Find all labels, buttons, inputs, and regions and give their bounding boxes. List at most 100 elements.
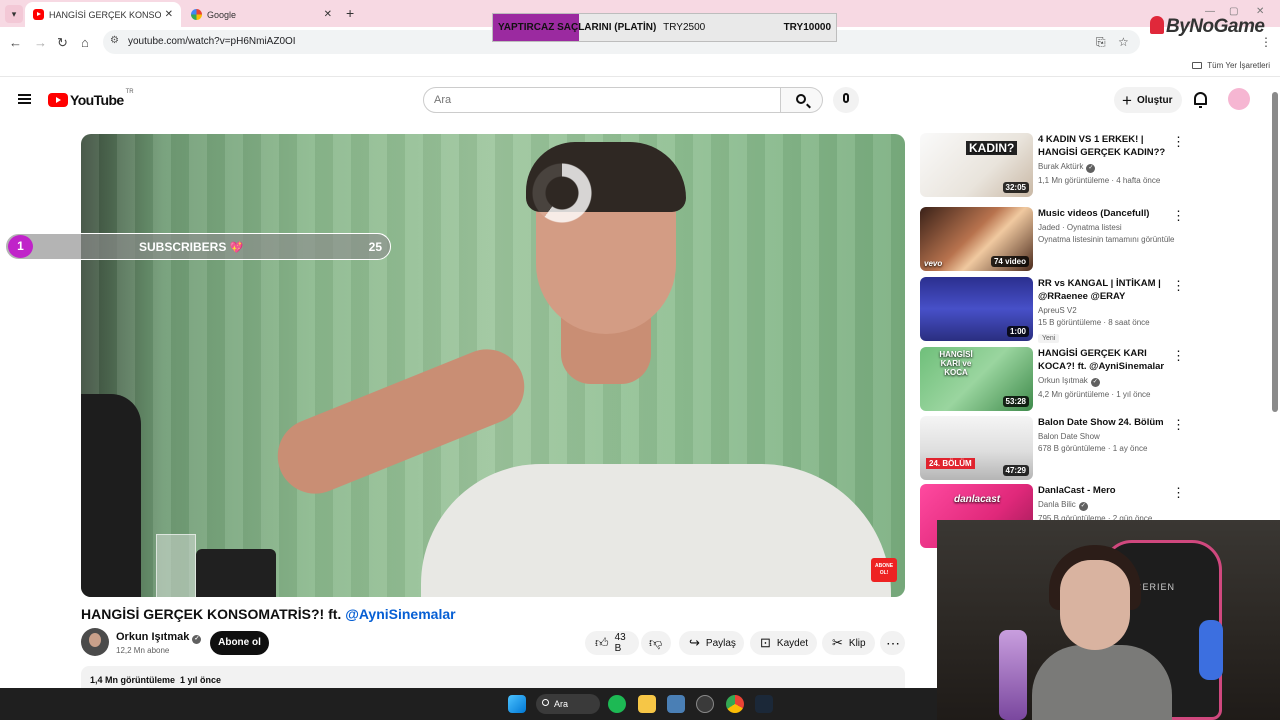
notifications-bell-icon[interactable]: [1194, 92, 1207, 108]
more-options-icon[interactable]: ⋮: [1172, 209, 1185, 222]
youtube-play-icon: [48, 93, 68, 107]
recommendation-info: Music videos (Dancefull) Jaded · Oynatma…: [1038, 207, 1175, 244]
rgb-microphone: [999, 630, 1027, 720]
video-player[interactable]: ABONE OL!: [81, 134, 905, 597]
obs-icon[interactable]: [696, 695, 714, 713]
close-tab-icon[interactable]: ✕: [165, 9, 173, 20]
recommendation-title[interactable]: Music videos (Dancefull): [1038, 207, 1173, 220]
subscriber-goal-label: SUBSCRIBERS: [139, 240, 227, 254]
new-tab-plus-icon[interactable]: +: [346, 5, 354, 21]
more-options-icon[interactable]: ⋮: [1172, 279, 1185, 292]
account-avatar[interactable]: [1228, 88, 1250, 110]
steam-icon[interactable]: [755, 695, 773, 713]
youtube-logo[interactable]: YouTube TR: [48, 89, 134, 108]
page-scrollbar[interactable]: [1270, 78, 1280, 520]
recommendation-title[interactable]: HANGİSİ GERÇEK KARI KOCA?! ft. @AyniSine…: [1038, 347, 1173, 373]
recommendation-channel: Danla Bilic ✓: [1038, 500, 1173, 511]
voice-search-button[interactable]: [833, 87, 859, 113]
channel-avatar[interactable]: [81, 628, 109, 656]
dislike-button[interactable]: 👎︎: [641, 631, 671, 655]
recommendation-item[interactable]: KADIN? 32:05 4 KADIN VS 1 ERKEK! | HANGİ…: [920, 133, 1185, 199]
search-icon: [542, 699, 549, 706]
recommendation-channel: Orkun Işıtmak ✓: [1038, 376, 1173, 387]
save-button[interactable]: ⊡ Kaydet: [750, 631, 817, 655]
tab-youtube[interactable]: HANGİSİ GERÇEK KONSOMATR ✕: [25, 2, 181, 27]
more-options-icon[interactable]: ⋮: [1172, 135, 1185, 148]
tab-title: HANGİSİ GERÇEK KONSOMATR: [49, 9, 161, 20]
recommendation-title[interactable]: Balon Date Show 24. Bölüm: [1038, 416, 1173, 429]
scrollbar-thumb[interactable]: [1272, 92, 1278, 412]
share-button[interactable]: ↪ Paylaş: [679, 631, 744, 655]
channel-name-text: Orkun Işıtmak: [116, 631, 190, 643]
thumbnail-text: KADIN?: [966, 141, 1018, 155]
more-options-icon[interactable]: ⋮: [1172, 418, 1185, 431]
recommendation-thumbnail[interactable]: 1:00: [920, 277, 1033, 341]
like-button[interactable]: 👍︎ 43 B: [585, 631, 639, 655]
recommendation-title[interactable]: RR vs KANGAL | İNTİKAM | @RRaenee @ERAY: [1038, 277, 1173, 303]
url-text[interactable]: youtube.com/watch?v=pH6NmiAZ0OI: [128, 36, 296, 47]
subscriber-goal-target: 25: [368, 240, 382, 254]
subscriber-goal-overlay: 1 SUBSCRIBERS 💖 25: [5, 233, 391, 260]
recommendation-title[interactable]: 4 KADIN VS 1 ERKEK! | HANGİSİ GERÇEK KAD…: [1038, 133, 1173, 159]
spotify-icon[interactable]: [608, 695, 626, 713]
subscribe-button[interactable]: Abone ol: [210, 631, 269, 655]
app-icon[interactable]: [667, 695, 685, 713]
recommendation-item[interactable]: 24. BÖLÜM 47:29 Balon Date Show 24. Bölü…: [920, 416, 1185, 482]
chrome-icon[interactable]: [726, 695, 744, 713]
region-code: TR: [125, 89, 134, 95]
save-label: Kaydet: [776, 637, 809, 649]
reload-icon[interactable]: ↻: [57, 35, 68, 51]
search-box: [423, 87, 781, 113]
search-input[interactable]: [424, 88, 754, 112]
hamburger-menu-icon[interactable]: [18, 94, 31, 104]
bynogame-watermark: ByNoGame: [1150, 16, 1265, 38]
upload-age: 1 yıl önce: [180, 675, 222, 685]
bookmark-star-icon[interactable]: ☆: [1118, 35, 1129, 49]
install-app-icon[interactable]: ⎘: [1096, 35, 1106, 50]
subscribe-watermark-badge[interactable]: ABONE OL!: [871, 558, 897, 582]
create-button[interactable]: + Oluştur: [1114, 87, 1182, 113]
recommendation-meta[interactable]: Oynatma listesinin tamamını görüntüle: [1038, 235, 1175, 244]
thumbs-down-icon: 👎︎: [649, 635, 663, 650]
close-tab-icon[interactable]: ✕: [324, 9, 332, 20]
taskbar-search-label: Ara: [554, 699, 569, 709]
recommendation-item[interactable]: HANGİSİ KARI ve KOCA 53:28 HANGİSİ GERÇE…: [920, 347, 1185, 413]
more-options-icon[interactable]: ⋮: [1172, 349, 1185, 362]
recommendation-item[interactable]: 1:00 RR vs KANGAL | İNTİKAM | @RRaenee @…: [920, 277, 1185, 343]
recommendation-thumbnail[interactable]: KADIN? 32:05: [920, 133, 1033, 197]
streamer-face: [1060, 560, 1130, 650]
donation-goal-title: YAPTIRCAZ SAÇLARINI (PLATİN) TRY2500: [498, 22, 705, 33]
site-info-icon[interactable]: ⚙: [110, 35, 119, 46]
verified-check-icon: ✓: [1086, 164, 1096, 173]
video-title-mention-link[interactable]: @AyniSinemalar: [345, 606, 455, 622]
recommendation-item[interactable]: vevo 74 video Music videos (Dancefull) J…: [920, 207, 1185, 273]
back-arrow-icon[interactable]: ←: [9, 35, 22, 50]
recommendation-title[interactable]: DanlaCast - Mero: [1038, 484, 1173, 497]
recommendation-thumbnail[interactable]: vevo 74 video: [920, 207, 1033, 271]
video-stats: 1,4 Mn görüntüleme 1 yıl önce: [90, 675, 221, 685]
more-options-icon[interactable]: ⋮: [1172, 486, 1185, 499]
all-bookmarks-button[interactable]: Tüm Yer İşaretleri: [1192, 61, 1270, 70]
recommendation-info: HANGİSİ GERÇEK KARI KOCA?! ft. @AyniSine…: [1038, 347, 1173, 399]
share-label: Paylaş: [705, 637, 736, 649]
recommendation-thumbnail[interactable]: 24. BÖLÜM 47:29: [920, 416, 1033, 480]
microphone-icon: [843, 93, 849, 103]
search-button[interactable]: [781, 87, 823, 113]
donation-goal-bar: YAPTIRCAZ SAÇLARINI (PLATİN) TRY2500 TRY…: [492, 13, 837, 42]
blue-plush-toy: [1199, 620, 1223, 680]
recommendation-thumbnail[interactable]: HANGİSİ KARI ve KOCA 53:28: [920, 347, 1033, 411]
tab-google[interactable]: Google ✕: [183, 2, 340, 27]
tab-search-chevron-icon[interactable]: ▾: [5, 5, 23, 23]
taskbar-search[interactable]: Ara: [536, 694, 600, 714]
file-explorer-icon[interactable]: [638, 695, 656, 713]
home-icon[interactable]: ⌂: [81, 35, 89, 50]
video-frame-shirt: [421, 464, 891, 597]
more-actions-icon[interactable]: ⋯: [880, 631, 905, 655]
video-duration: 1:00: [1006, 326, 1029, 337]
windows-start-icon[interactable]: [508, 695, 526, 713]
forward-arrow-icon[interactable]: →: [34, 35, 47, 50]
plus-icon: +: [1122, 90, 1132, 110]
channel-name[interactable]: Orkun Işıtmak ✓: [116, 631, 202, 644]
video-duration: 32:05: [1002, 182, 1029, 193]
clip-button[interactable]: ✂ Klip: [822, 631, 875, 655]
